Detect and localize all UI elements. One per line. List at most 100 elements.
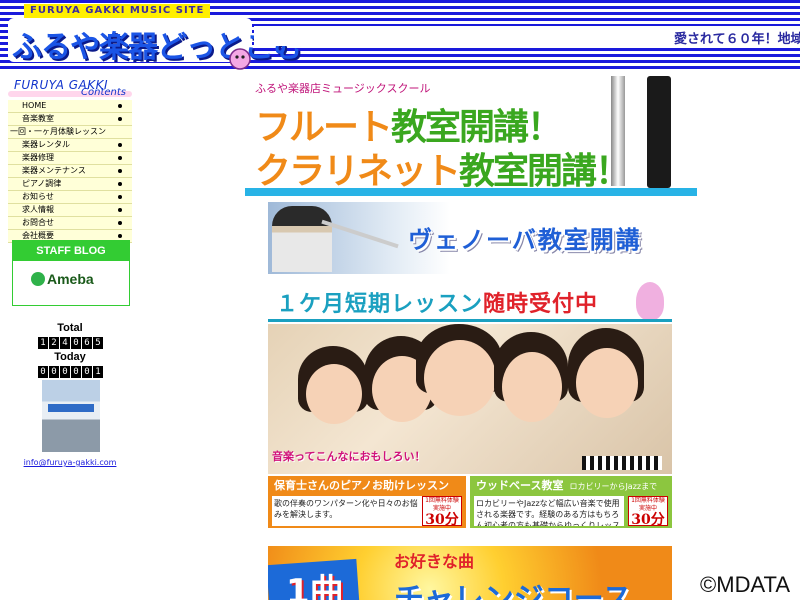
children-photo: 音楽ってこんなにおもしろい！ [268,324,672,474]
site-logo[interactable]: ふるや楽器どっとこむ [8,18,303,70]
photo-caption: 音楽ってこんなにおもしろい！ [272,450,426,463]
bullet-icon [118,117,122,121]
marquee-text: 愛されて６０年！地域に [674,32,800,46]
headline-clarinet: クラリネット [255,151,461,192]
nursery-piano-panel[interactable]: 保育士さんのピアノお助けレッスン 歌の伴奏のワンパターン化や日々のお悩みを解決し… [268,476,466,528]
bullet-icon [118,195,122,199]
instrument-image [321,219,399,249]
counter-digit: 0 [49,366,59,378]
bullet-icon [118,104,122,108]
player-photo [272,206,332,272]
counter-digit: 0 [38,366,48,378]
trial-badge: 1回無料体験実施中 30分 [422,496,462,527]
counter-digit: 6 [82,337,92,349]
headline-open: 教室開講！ [459,151,631,192]
sidebar-nav: HOME 音楽教室 一回・一ヶ月体験レッスン 楽器レンタル 楽器修理 楽器メンテ… [8,100,132,243]
sidebar-title-sub: Contents [81,87,126,98]
banner-subtitle: ふるや楽器店ミュージックスクール [255,82,431,95]
venova-headline: ヴェノーバ教室開講 [408,226,642,254]
nav-item-home[interactable]: HOME [8,100,132,113]
nav-item-trial-lesson[interactable]: 一回・一ヶ月体験レッスン [8,126,132,139]
announcement-marquee: 愛されて６０年！地域に [254,26,800,46]
child-face [306,364,362,424]
today-label: Today [54,351,86,363]
nav-label: 一回・一ヶ月体験レッスン [10,127,106,136]
banner-rule [268,319,672,322]
ameba-logo: Ameba [31,271,94,287]
nav-label: 楽器レンタル [22,140,70,149]
nav-item-news[interactable]: お知らせ [8,191,132,204]
flute-image [611,76,625,186]
nav-label: お問合せ [22,218,54,227]
badge-caption: 1回無料体験実施中 [631,497,665,512]
child-face [576,348,638,418]
child-face [424,340,496,416]
banner-headline-2: クラリネット教室開講！ [255,142,631,194]
site-tagline: FURUYA GAKKI MUSIC SITE [24,4,211,18]
bullet-icon [118,182,122,186]
ameba-icon [31,272,45,286]
total-counter: 1 2 4 0 6 5 [38,337,103,349]
counter-digit: 2 [49,337,59,349]
counter-digit: 0 [82,366,92,378]
bullet-icon [118,143,122,147]
counter-digit: 0 [71,337,81,349]
store-photo [42,380,100,452]
mascot-icon [636,282,664,320]
counter-digit: 4 [60,337,70,349]
nav-item-repair[interactable]: 楽器修理 [8,152,132,165]
panel-body: 歌の伴奏のワンパターン化や日々のお悩みを解決します。 [272,496,422,526]
nav-item-contact[interactable]: お問合せ [8,217,132,230]
challenge-course-banner[interactable]: 1曲 お好きな曲 チャレンジコース [268,546,672,600]
nav-item-piano-tuning[interactable]: ピアノ調律 [8,178,132,191]
total-label: Total [57,322,83,334]
bullet-icon [118,234,122,238]
trial-badge: 1回無料体験実施中 30分 [628,496,668,528]
nav-label: HOME [22,101,47,110]
one-song-label: 1曲 [286,572,344,600]
email-link[interactable]: info@furuya-gakki.com [0,458,140,467]
panel-title: ウッドベース教室 [476,479,564,492]
headline-lesson: １ケ月短期レッスン [276,292,484,317]
counter-digit: 0 [71,366,81,378]
ameba-label: Ameba [47,271,94,287]
today-counter: 0 0 0 0 0 1 [38,366,103,378]
nav-label: ピアノ調律 [22,179,62,188]
nav-label: 楽器メンテナンス [22,166,86,175]
favorite-song-label: お好きな曲 [394,552,475,571]
nav-item-maintenance[interactable]: 楽器メンテナンス [8,165,132,178]
nav-item-jobs[interactable]: 求人情報 [8,204,132,217]
wood-bass-panel[interactable]: ウッドベース教室 ロカビリーからJazzまで ロカビリーやJazzなど幅広い音楽で… [470,476,672,528]
nav-item-rental[interactable]: 楽器レンタル [8,139,132,152]
badge-duration: 30分 [631,512,665,528]
panel-subtitle: ロカビリーからJazzまで [569,482,658,491]
counter-digit: 1 [38,337,48,349]
counter-digit: 5 [93,337,103,349]
headline-accepting: 随時受付中 [483,292,599,317]
nav-label: 音楽教室 [22,114,54,123]
staff-blog-link[interactable]: STAFF BLOG Ameba [12,240,130,306]
short-lesson-headline: １ケ月短期レッスン随時受付中 [276,286,598,318]
flute-clarinet-banner[interactable]: ふるや楽器店ミュージックスクール フルート教室開講！ クラリネット教室開講！ [245,74,697,200]
counter-digit: 0 [60,366,70,378]
panel-title-row: ウッドベース教室 ロカビリーからJazzまで [470,478,672,494]
nav-label: 求人情報 [22,205,54,214]
nav-label: 楽器修理 [22,153,54,162]
keyboard-image [582,456,662,470]
nav-item-music-school[interactable]: 音楽教室 [8,113,132,126]
bullet-icon [118,208,122,212]
short-lesson-banner[interactable]: １ケ月短期レッスン随時受付中 [268,282,672,322]
bullet-icon [118,221,122,225]
child-face [502,352,562,422]
blog-title: STAFF BLOG [13,241,129,261]
clarinet-image [647,76,671,188]
bullet-icon [118,169,122,173]
nav-label: お知らせ [22,192,54,201]
banner-rule [245,188,697,196]
panel-title: 保育士さんのピアノお助けレッスン [274,479,450,492]
counter-digit: 1 [93,366,103,378]
mascot-icon [229,48,251,70]
venova-banner[interactable]: ヴェノーバ教室開講 [268,202,672,274]
sidebar: FURUYA GAKKI Contents HOME 音楽教室 一回・一ヶ月体験… [8,78,132,243]
bullet-icon [118,156,122,160]
